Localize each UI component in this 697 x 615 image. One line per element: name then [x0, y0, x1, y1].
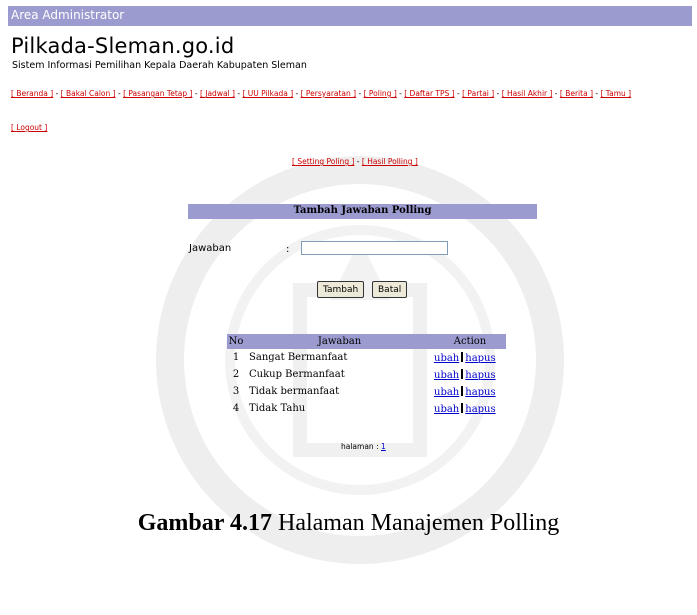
caption-text: Halaman Manajemen Polling [277, 510, 560, 536]
hapus-link[interactable]: hapus [465, 370, 495, 381]
form-heading-bar: Tambah Jawaban Polling [188, 204, 537, 219]
ubah-link[interactable]: ubah [434, 387, 459, 398]
caption-number: Gambar 4.17 [137, 510, 272, 536]
separator [461, 385, 464, 396]
jawaban-label: Jawaban [189, 243, 232, 254]
separator [461, 351, 464, 362]
row-actions: ubah hapus [434, 400, 506, 417]
row-actions: ubah hapus [434, 383, 506, 400]
hapus-link[interactable]: hapus [465, 387, 495, 398]
poll-subnav: [ Setting Poling ] - [ Hasil Polling ] [292, 157, 418, 166]
page-link-1[interactable]: 1 [381, 442, 386, 451]
nav-tamu[interactable]: [ Tamu ] [600, 89, 631, 98]
main-nav: [ Beranda ] - [ Bakal Calon ] - [ Pasang… [11, 89, 632, 98]
subnav-setting-poling[interactable]: [ Setting Poling ] [292, 157, 354, 166]
jawaban-colon: : [286, 244, 290, 255]
col-action: Action [434, 334, 506, 349]
figure-caption: Gambar 4.17 Halaman Manajemen Polling [0, 510, 697, 537]
table-row: 4 Tidak Tahu ubah hapus [227, 400, 506, 417]
nav-persyaratan[interactable]: [ Persyaratan ] [301, 89, 357, 98]
separator [461, 368, 464, 379]
logout-link[interactable]: [ Logout ] [11, 123, 47, 132]
nav-daftar-tps[interactable]: [ Daftar TPS ] [404, 89, 454, 98]
answers-table: No Jawaban Action 1 Sangat Bermanfaat ub… [227, 334, 506, 417]
pagination: halaman : 1 [341, 442, 386, 451]
col-jawaban: Jawaban [245, 334, 434, 349]
row-no: 3 [232, 386, 240, 397]
area-label: Area Administrator [11, 8, 125, 22]
hapus-link[interactable]: hapus [465, 353, 495, 364]
pagination-label: halaman : [341, 442, 379, 451]
table-header-row: No Jawaban Action [227, 334, 506, 349]
site-title: Pilkada-Sleman.go.id [11, 34, 235, 58]
nav-poling[interactable]: [ Poling ] [364, 89, 397, 98]
row-no: 1 [232, 352, 240, 363]
separator [461, 402, 464, 413]
subnav-hasil-polling[interactable]: [ Hasil Polling ] [362, 157, 418, 166]
header-bar: Area Administrator [8, 6, 692, 26]
row-jawaban: Sangat Bermanfaat [249, 352, 348, 363]
nav-hasil-akhir[interactable]: [ Hasil Akhir ] [502, 89, 553, 98]
site-subtitle: Sistem Informasi Pemilihan Kepala Daerah… [12, 60, 307, 71]
row-no: 2 [232, 369, 240, 380]
nav-bakal-calon[interactable]: [ Bakal Calon ] [61, 89, 116, 98]
ubah-link[interactable]: ubah [434, 353, 459, 364]
col-no: No [227, 334, 245, 349]
row-jawaban: Tidak Tahu [249, 403, 306, 414]
hapus-link[interactable]: hapus [465, 404, 495, 415]
nav-berita[interactable]: [ Berita ] [560, 89, 593, 98]
row-actions: ubah hapus [434, 349, 506, 366]
nav-partai[interactable]: [ Partai ] [462, 89, 494, 98]
table-row: 2 Cukup Bermanfaat ubah hapus [227, 366, 506, 383]
batal-button[interactable]: Batal [372, 281, 408, 298]
row-jawaban: Cukup Bermanfaat [249, 369, 345, 380]
logout-wrap: [ Logout ] [11, 123, 47, 132]
nav-pasangan-tetap[interactable]: [ Pasangan Tetap ] [123, 89, 192, 98]
jawaban-input[interactable] [301, 241, 448, 255]
ubah-link[interactable]: ubah [434, 370, 459, 381]
tambah-button[interactable]: Tambah [317, 281, 365, 298]
form-heading: Tambah Jawaban Polling [293, 205, 432, 216]
row-jawaban: Tidak bermanfaat [249, 386, 340, 397]
row-actions: ubah hapus [434, 366, 506, 383]
table-row: 3 Tidak bermanfaat ubah hapus [227, 383, 506, 400]
ubah-link[interactable]: ubah [434, 404, 459, 415]
table-row: 1 Sangat Bermanfaat ubah hapus [227, 349, 506, 366]
nav-jadwal[interactable]: [ Jadwal ] [200, 89, 235, 98]
nav-uu-pilkada[interactable]: [ UU Pilkada ] [242, 89, 293, 98]
row-no: 4 [232, 403, 240, 414]
nav-beranda[interactable]: [ Beranda ] [11, 89, 53, 98]
